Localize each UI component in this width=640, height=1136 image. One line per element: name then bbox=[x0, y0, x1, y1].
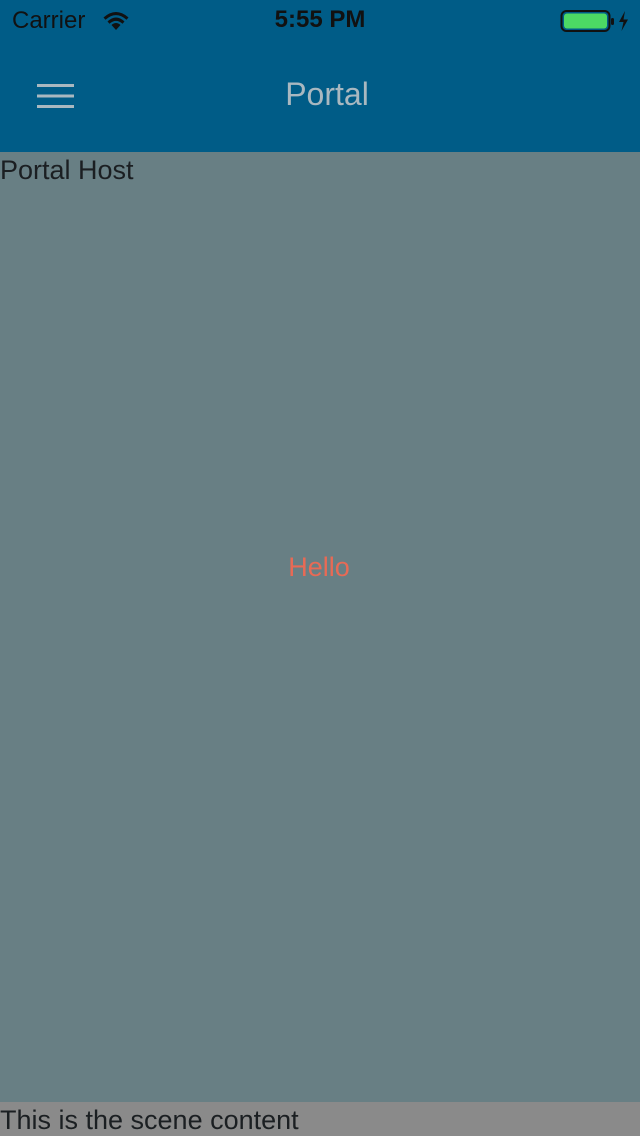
battery-charging-icon bbox=[560, 10, 628, 32]
scene-content-area: This is the scene content bbox=[0, 1102, 640, 1136]
portal-host-area: Portal Host Hello bbox=[0, 152, 640, 1102]
scene-content-label: This is the scene content bbox=[0, 1105, 299, 1135]
status-bar: Carrier 5:55 PM bbox=[0, 0, 640, 40]
hello-message: Hello bbox=[288, 552, 350, 582]
app-header: Carrier 5:55 PM Portal bbox=[0, 0, 640, 152]
page-title: Portal bbox=[285, 76, 369, 112]
navigation-bar: Portal bbox=[0, 40, 640, 152]
status-time: 5:55 PM bbox=[274, 6, 366, 33]
portal-host-label: Portal Host bbox=[0, 155, 134, 185]
